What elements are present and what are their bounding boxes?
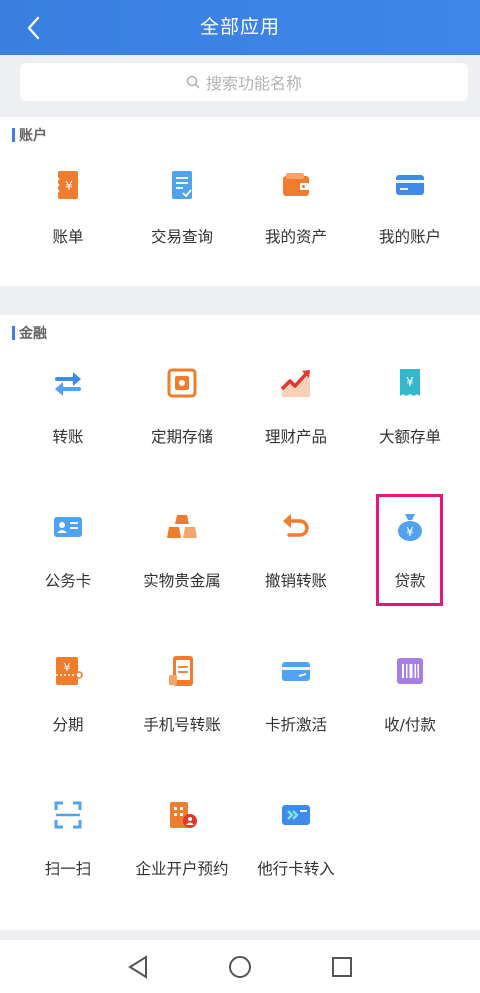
- undo-icon: [283, 514, 309, 537]
- app-item-label: 我的资产: [264, 228, 327, 246]
- app-item-label: 大额存单: [378, 428, 441, 446]
- scan-icon: [54, 801, 82, 829]
- id-card-icon: [54, 517, 82, 537]
- app-item-other-bank-transfer-in[interactable]: 他行卡转入: [236, 797, 356, 907]
- app-item-label: 分期: [52, 716, 84, 734]
- search-icon: [186, 75, 200, 89]
- app-item-transfer[interactable]: 转账: [8, 365, 128, 475]
- section-account: 账户 ¥ 账单 交易查询 我的资产 我的账户: [0, 117, 480, 286]
- installment-icon: ¥: [56, 657, 83, 685]
- search-placeholder: 搜索功能名称: [205, 74, 302, 93]
- app-item-large-deposit[interactable]: ¥ 大额存单: [350, 365, 470, 475]
- loan-highlight-frame: [376, 494, 443, 606]
- app-item-my-account[interactable]: 我的账户: [350, 165, 470, 275]
- app-item-label: 定期存储: [150, 428, 213, 446]
- gold-bars-icon: [167, 515, 197, 538]
- enterprise-account-icon: [170, 802, 197, 828]
- app-item-label: 交易查询: [150, 228, 213, 246]
- system-nav-bar: [0, 940, 480, 993]
- nav-back-icon[interactable]: [124, 952, 154, 982]
- phone-transfer-icon: [169, 656, 193, 686]
- app-item-label: 账单: [52, 228, 84, 246]
- app-item-scan[interactable]: 扫一扫: [8, 797, 128, 907]
- bill-icon: ¥: [56, 171, 78, 199]
- app-header: 全部应用: [0, 0, 480, 55]
- svg-text:¥: ¥: [406, 375, 414, 389]
- app-item-label: 企业开户预约: [135, 860, 229, 878]
- app-item-enterprise-account[interactable]: 企业开户预约: [122, 797, 242, 907]
- transaction-query-icon: [172, 171, 192, 199]
- nav-recents-icon[interactable]: [327, 952, 357, 982]
- section-title: 账户: [12, 127, 47, 144]
- app-item-card-activate[interactable]: 卡折激活: [236, 653, 356, 763]
- section-title-text: 账户: [19, 128, 47, 144]
- app-item-label: 公务卡: [44, 572, 92, 590]
- search-area: 搜索功能名称: [0, 55, 480, 109]
- card-transfer-in-icon: [282, 805, 310, 825]
- app-item-label: 转账: [52, 428, 84, 446]
- app-item-installment[interactable]: ¥ 分期: [8, 653, 128, 763]
- app-item-wealth-products[interactable]: 理财产品: [236, 365, 356, 475]
- trend-chart-icon: [280, 370, 310, 397]
- fixed-deposit-icon: [167, 368, 197, 398]
- app-item-label: 理财产品: [264, 428, 327, 446]
- app-item-label: 扫一扫: [44, 860, 92, 878]
- app-item-assets[interactable]: 我的资产: [236, 165, 356, 275]
- app-item-label: 收/付款: [384, 716, 436, 734]
- app-item-precious-metal[interactable]: 实物贵金属: [122, 509, 242, 619]
- app-item-phone-transfer[interactable]: 手机号转账: [122, 653, 242, 763]
- app-item-label: 手机号转账: [143, 716, 221, 734]
- section-bar: [12, 326, 15, 340]
- app-item-label: 撤销转账: [264, 572, 327, 590]
- app-item-label: 卡折激活: [264, 716, 327, 734]
- app-item-label: 实物贵金属: [143, 572, 221, 590]
- section-title-text: 金融: [19, 326, 47, 342]
- section-finance: 金融 转账 定期存储 理财产品 ¥ 大额存单 公务卡 实物贵金属 撤销转账 ¥ …: [0, 315, 480, 930]
- app-item-label: 我的账户: [378, 228, 441, 246]
- wallet-icon: [283, 173, 309, 196]
- app-item-official-card[interactable]: 公务卡: [8, 509, 128, 619]
- section-title: 金融: [12, 325, 47, 342]
- card-activate-icon: [282, 662, 310, 681]
- app-item-label: 他行卡转入: [257, 860, 335, 878]
- section-bar: [12, 128, 15, 142]
- nav-home-icon[interactable]: [225, 952, 255, 982]
- receipt-icon: ¥: [400, 369, 420, 396]
- app-item-fixed-deposit[interactable]: 定期存储: [122, 365, 242, 475]
- barcode-icon: [397, 658, 423, 684]
- app-item-bill[interactable]: ¥ 账单: [8, 165, 128, 275]
- app-item-transaction-query[interactable]: 交易查询: [122, 165, 242, 275]
- search-input[interactable]: 搜索功能名称: [20, 63, 468, 101]
- app-item-pay-receive[interactable]: 收/付款: [350, 653, 470, 763]
- page-title: 全部应用: [199, 16, 280, 38]
- svg-text:¥: ¥: [65, 179, 73, 193]
- card-icon: [396, 175, 424, 195]
- app-item-cancel-transfer[interactable]: 撤销转账: [236, 509, 356, 619]
- svg-text:¥: ¥: [64, 661, 71, 674]
- transfer-icon: [55, 372, 81, 396]
